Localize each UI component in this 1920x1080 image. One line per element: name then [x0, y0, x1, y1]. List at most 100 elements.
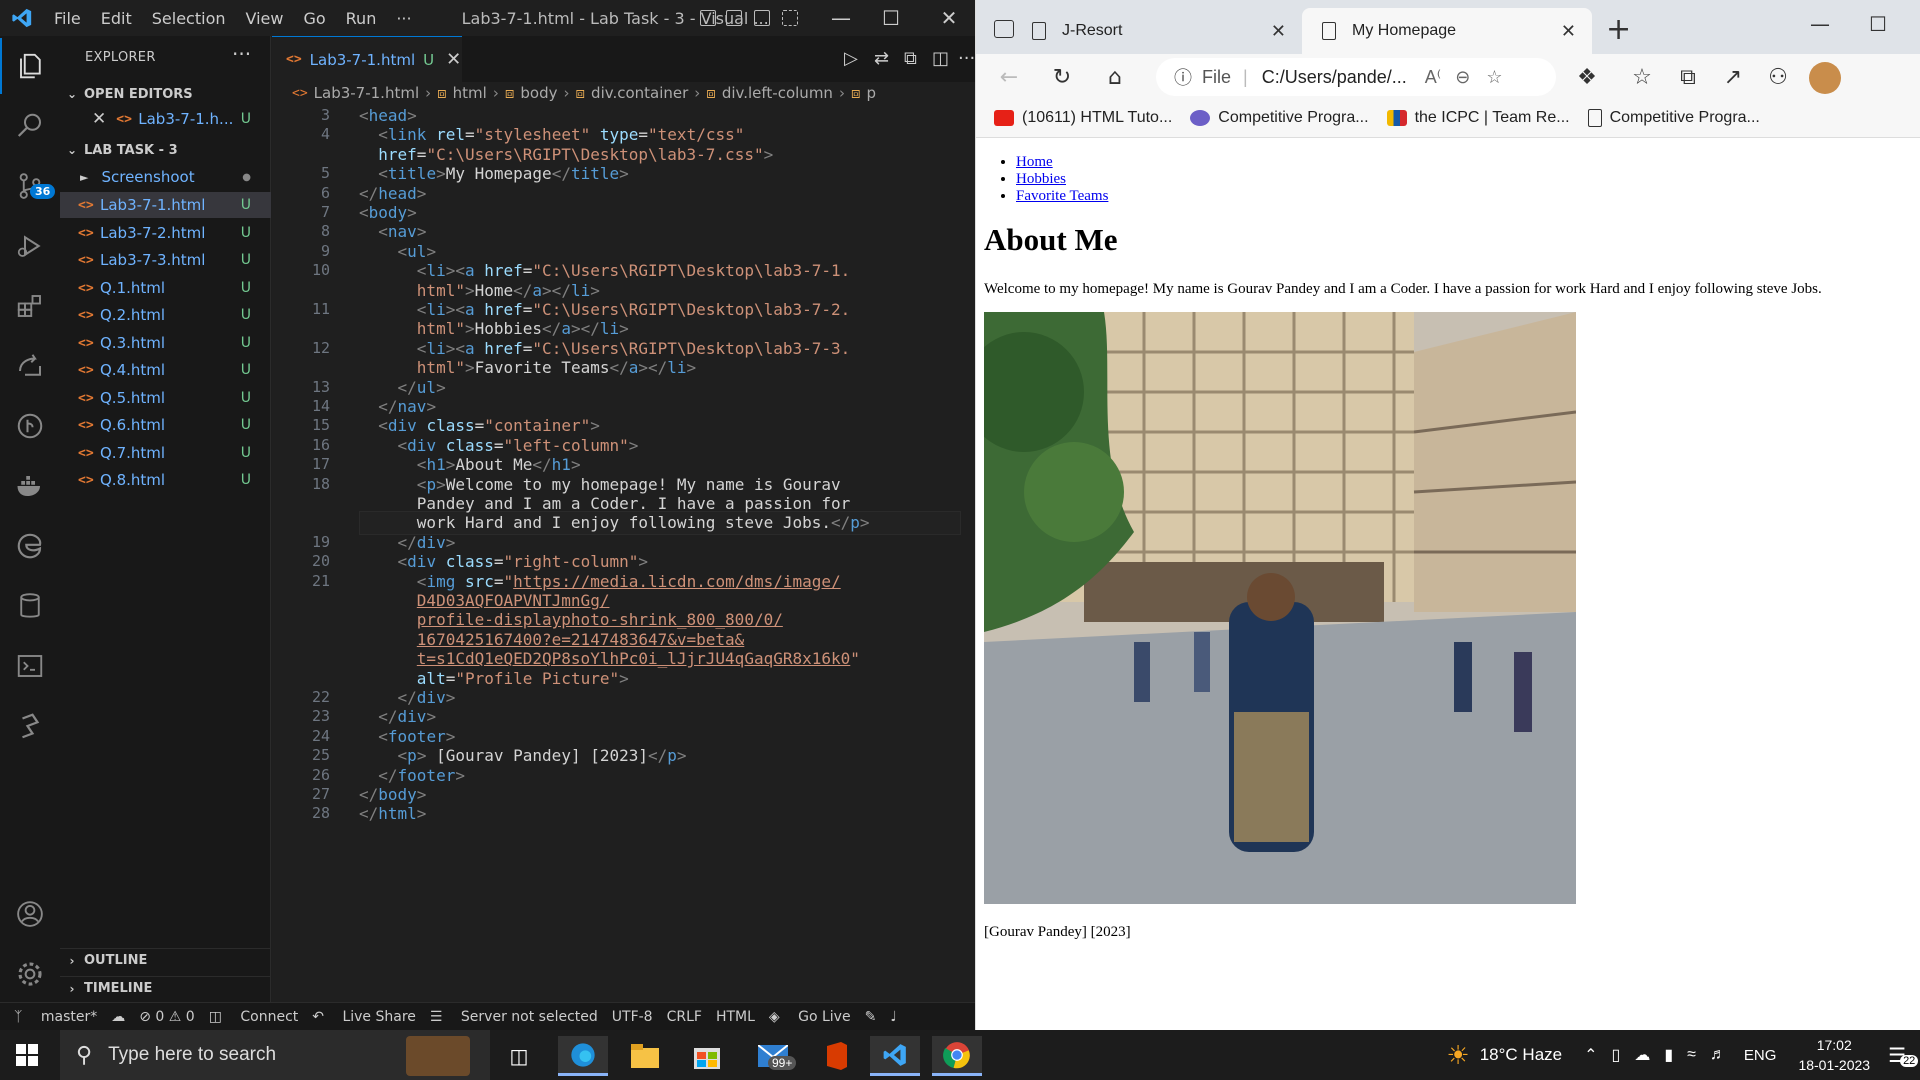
extensions-icon[interactable] [0, 278, 60, 334]
file-item[interactable]: <> Q.2.html U [60, 302, 271, 328]
menu-run[interactable]: Run [336, 9, 387, 28]
avatar[interactable] [1809, 62, 1841, 94]
account-icon[interactable] [0, 886, 60, 942]
file-item[interactable]: <> Q.6.html U [60, 412, 271, 438]
weather-text[interactable]: 18°C Haze [1480, 1045, 1562, 1065]
branch-status[interactable]: ᛉ master* [14, 1009, 97, 1025]
file-item[interactable]: <> Q.1.html U [60, 275, 271, 301]
nav-link-home[interactable]: Home [1016, 154, 1053, 170]
device-icon[interactable]: ▯ [1612, 1045, 1621, 1065]
encoding-status[interactable]: UTF-8 [612, 1009, 653, 1025]
read-aloud-icon[interactable]: A⁽ [1425, 67, 1441, 88]
nav-link-hobbies[interactable]: Hobbies [1016, 171, 1066, 187]
minimize-icon[interactable]: — [1810, 12, 1830, 36]
terminal-icon[interactable] [0, 638, 60, 694]
refresh-icon[interactable]: ↻ [1047, 62, 1077, 92]
wifi-icon[interactable]: ≈ [1687, 1046, 1696, 1064]
open-preview-icon[interactable]: ⧉ [904, 48, 917, 69]
edge-devtools-icon[interactable] [0, 518, 60, 574]
code-editor[interactable]: 3 4 5 6 7 8 9 10 11 12 13 14 15 16 17 18 19 20 21 22 23 24 25 2… [272, 106, 975, 1006]
open-editor-item[interactable]: ✕ <> Lab3-7-1.h... U [60, 106, 271, 132]
file-item[interactable]: <> Q.5.html U [60, 385, 271, 411]
office-icon[interactable] [810, 1036, 860, 1076]
live-share-icon[interactable] [0, 338, 60, 394]
eol-status[interactable]: CRLF [667, 1009, 702, 1025]
folder-section[interactable]: ⌄ LAB TASK - 3 [60, 138, 271, 162]
menu-selection[interactable]: Selection [142, 9, 236, 28]
store-icon[interactable] [682, 1036, 732, 1076]
connect-status[interactable]: ◫ Connect [209, 1009, 299, 1025]
file-item[interactable]: <> Q.8.html U [60, 467, 271, 493]
home-icon[interactable]: ⌂ [1100, 62, 1130, 92]
file-item[interactable]: <> Lab3-7-1.html U [60, 192, 271, 218]
live-share-status[interactable]: ↶ Live Share [312, 1009, 416, 1025]
run-debug-icon[interactable] [0, 218, 60, 274]
bookmark-item[interactable]: Competitive Progra... [1587, 108, 1760, 127]
minimize-icon[interactable]: — [813, 0, 869, 36]
breadcrumb-item[interactable]: p [866, 84, 876, 102]
file-explorer-icon[interactable] [620, 1036, 670, 1076]
tab-actions-icon[interactable] [994, 20, 1014, 38]
file-item[interactable]: <> Lab3-7-2.html U [60, 220, 271, 246]
explorer-icon[interactable] [0, 38, 60, 94]
settings-gear-icon[interactable] [0, 946, 60, 1002]
menu-more[interactable]: ··· [386, 9, 421, 28]
mail-icon[interactable]: 99+ [748, 1036, 798, 1076]
editor-tab[interactable]: <> Lab3-7-1.html U ✕ [272, 36, 462, 82]
toggle-sidebar-icon[interactable] [700, 10, 716, 26]
clock[interactable]: 17:02 18-01-2023 [1798, 1035, 1870, 1075]
browser-tab-active[interactable]: My Homepage ✕ [1302, 8, 1592, 54]
folder-item-screenshoot[interactable]: ► Screenshoot ● [60, 164, 271, 190]
run-icon[interactable]: ▷ [844, 48, 858, 69]
share-icon[interactable]: ↗ [1718, 62, 1748, 92]
server-status[interactable]: ☰ Server not selected [430, 1009, 598, 1025]
search-icon[interactable] [0, 98, 60, 154]
outline-section[interactable]: › OUTLINE [60, 948, 271, 972]
git-graph-icon[interactable] [0, 398, 60, 454]
breadcrumb-item[interactable]: html [453, 84, 487, 102]
remote-icon[interactable] [0, 698, 60, 754]
task-view-icon[interactable]: ◫ [494, 1036, 544, 1076]
vscode-taskbar-icon[interactable] [870, 1036, 920, 1076]
docker-icon[interactable] [0, 458, 60, 514]
feedback-icon[interactable]: ✎ [865, 1009, 877, 1025]
back-icon[interactable]: ← [994, 62, 1024, 92]
bookmark-item[interactable]: the ICPC | Team Re... [1386, 109, 1570, 127]
database-icon[interactable] [0, 578, 60, 634]
toggle-secondary-sidebar-icon[interactable] [754, 10, 770, 26]
breadcrumb-item[interactable]: body [520, 84, 557, 102]
file-item[interactable]: <> Q.4.html U [60, 357, 271, 383]
zoom-icon[interactable]: ⊖ [1455, 67, 1470, 88]
language-indicator[interactable]: ENG [1744, 1047, 1777, 1064]
windows-start-icon[interactable] [16, 1044, 38, 1066]
close-window-icon[interactable]: ✕ [921, 0, 977, 36]
customize-layout-icon[interactable] [782, 10, 798, 26]
maximize-icon[interactable]: ☐ [863, 0, 919, 36]
close-tab-icon[interactable]: ✕ [1271, 21, 1286, 42]
profile-manage-icon[interactable]: ⚇ [1763, 62, 1793, 92]
edge-taskbar-icon[interactable] [558, 1036, 608, 1076]
notifications-bell-icon[interactable]: ♩ [890, 1009, 897, 1025]
volume-icon[interactable]: ♬ [1710, 1046, 1726, 1064]
problems-status[interactable]: ⊘ 0 ⚠ 0 [139, 1009, 194, 1025]
nav-link-favorite-teams[interactable]: Favorite Teams [1016, 188, 1108, 204]
new-tab-icon[interactable]: + [1606, 12, 1631, 47]
extensions-icon[interactable]: ❖ [1572, 62, 1602, 92]
favorites-icon[interactable]: ☆ [1627, 62, 1657, 92]
open-editors-section[interactable]: ⌄ OPEN EDITORS [60, 82, 271, 106]
chrome-taskbar-icon[interactable] [932, 1036, 982, 1076]
toggle-panel-icon[interactable] [726, 10, 742, 26]
menu-view[interactable]: View [236, 9, 294, 28]
sync-icon[interactable]: ☁ [111, 1009, 125, 1025]
battery-icon[interactable]: ▮ [1664, 1045, 1673, 1065]
language-status[interactable]: HTML [716, 1009, 755, 1025]
chevron-up-icon[interactable]: ⌃ [1584, 1045, 1597, 1065]
collections-icon[interactable]: ⧉ [1673, 62, 1703, 92]
favorite-star-icon[interactable]: ☆ [1486, 67, 1502, 88]
info-icon[interactable]: ⓘ [1174, 64, 1192, 90]
close-tab-icon[interactable]: ✕ [446, 49, 461, 70]
breadcrumb-item[interactable]: Lab3-7-1.html [314, 84, 419, 102]
notifications-icon[interactable]: ☰ 22 [1888, 1043, 1919, 1068]
bookmark-item[interactable]: (10611) HTML Tuto... [994, 109, 1172, 127]
timeline-section[interactable]: › TIMELINE [60, 976, 271, 1000]
